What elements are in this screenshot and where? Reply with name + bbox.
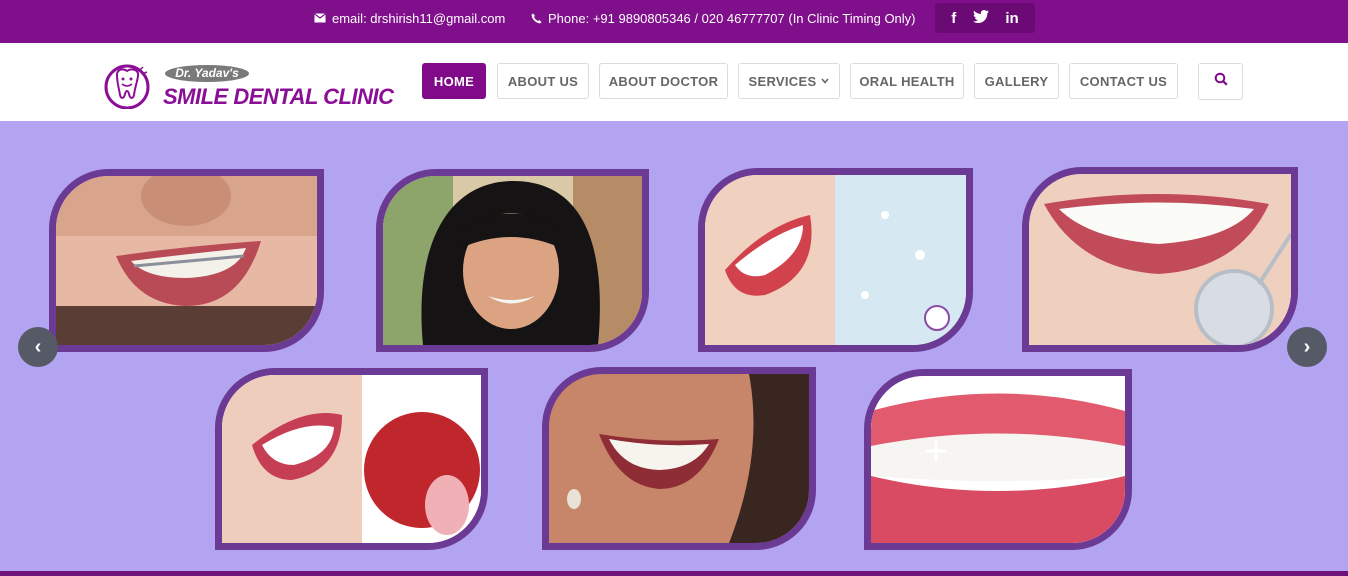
- slide-image-woman-smile: [542, 367, 816, 550]
- nav-label: HOME: [433, 73, 475, 89]
- footer-strip: [0, 571, 1348, 576]
- hero-slider: ‹ ›: [0, 121, 1348, 571]
- clinic-name: SMILE DENTAL CLINIC: [163, 84, 394, 109]
- site-header: Dr. Yadav's SMILE DENTAL CLINIC HOME ABO…: [0, 43, 1348, 121]
- chevron-down-icon: [821, 76, 830, 86]
- phone-text: Phone: +91 9890805346 / 020 46777707 (In…: [548, 10, 916, 26]
- top-contact-bar: email: drshirish11@gmail.com Phone: +91 …: [0, 0, 1348, 43]
- slide-image-smile-apple: [215, 368, 488, 550]
- nav-label: ABOUT US: [507, 73, 579, 89]
- email-contact[interactable]: email: drshirish11@gmail.com: [314, 0, 505, 36]
- nav-contact-us[interactable]: CONTACT US: [1069, 63, 1178, 99]
- tooth-logo-icon: [103, 61, 155, 110]
- nav-gallery[interactable]: GALLERY: [974, 63, 1059, 99]
- slide-image-teeth-mirror: [1022, 167, 1298, 352]
- nav-services[interactable]: SERVICES: [738, 63, 840, 99]
- phone-contact[interactable]: Phone: +91 9890805346 / 020 46777707 (In…: [530, 0, 916, 36]
- phone-icon: [530, 12, 542, 24]
- slide-image-white-teeth: [698, 168, 973, 352]
- doctor-name-badge: Dr. Yadav's: [165, 65, 249, 82]
- nav-about-doctor[interactable]: ABOUT DOCTOR: [599, 63, 728, 99]
- slider-next-button[interactable]: ›: [1287, 327, 1327, 367]
- email-text: email: drshirish11@gmail.com: [332, 10, 506, 26]
- nav-label: CONTACT US: [1079, 73, 1168, 89]
- facebook-icon[interactable]: f: [951, 10, 956, 27]
- slide-image-smile-braces: [49, 169, 324, 352]
- nav-label: ORAL HEALTH: [859, 73, 955, 89]
- nav-oral-health[interactable]: ORAL HEALTH: [850, 63, 964, 99]
- chevron-left-icon: ‹: [34, 335, 42, 358]
- clinic-logo[interactable]: Dr. Yadav's SMILE DENTAL CLINIC: [103, 59, 394, 111]
- twitter-icon[interactable]: [972, 9, 989, 27]
- nav-about-us[interactable]: ABOUT US: [497, 63, 589, 99]
- search-button[interactable]: [1198, 63, 1243, 100]
- nav-label: SERVICES: [748, 73, 817, 89]
- nav-label: ABOUT DOCTOR: [608, 73, 719, 89]
- social-links: f in: [935, 3, 1035, 33]
- slide-image-sparkling-teeth: [864, 369, 1132, 550]
- nav-label: GALLERY: [984, 73, 1049, 89]
- linkedin-icon[interactable]: in: [1005, 10, 1018, 27]
- search-icon: [1214, 72, 1228, 91]
- nav-home[interactable]: HOME: [422, 63, 486, 99]
- slide-image-girl-braces: [376, 169, 649, 352]
- chevron-right-icon: ›: [1303, 335, 1311, 358]
- envelope-icon: [314, 12, 326, 24]
- slider-prev-button[interactable]: ‹: [18, 327, 58, 367]
